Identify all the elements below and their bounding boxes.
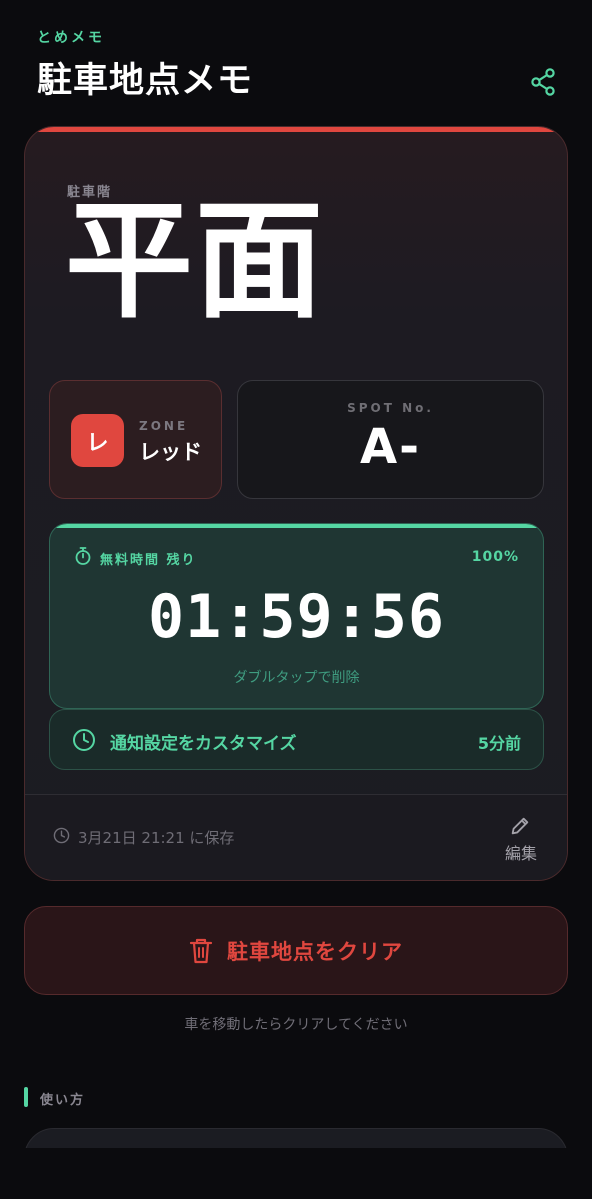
parking-card: 駐車階 平面 レ ZONE レッド SPOT No. A- 無料時間 残り 10… bbox=[24, 126, 568, 881]
spot-label: SPOT No. bbox=[347, 401, 434, 415]
timer-label: 無料時間 残り bbox=[100, 553, 197, 568]
page-title: 駐車地点メモ bbox=[37, 61, 254, 101]
notification-label: 通知設定をカスタマイズ bbox=[110, 734, 297, 754]
saved-timestamp: 3月21日 21:21 に保存 bbox=[78, 829, 235, 847]
spot-value: A- bbox=[359, 419, 422, 475]
section-accent-bar bbox=[24, 1087, 28, 1107]
app-subtitle: とめメモ bbox=[37, 30, 105, 46]
floor-value[interactable]: 平面 bbox=[65, 194, 325, 329]
clock-icon bbox=[73, 729, 95, 751]
free-time-timer[interactable]: 無料時間 残り 100% 01:59:56 ダブルタップで削除 bbox=[49, 523, 544, 709]
pencil-icon bbox=[511, 817, 529, 835]
share-button[interactable] bbox=[527, 66, 559, 98]
notification-value: 5分前 bbox=[477, 734, 521, 753]
clear-parking-label: 駐車地点をクリア bbox=[227, 939, 403, 964]
edit-button[interactable]: 編集 bbox=[501, 815, 541, 863]
zone-color-bar bbox=[25, 127, 567, 132]
howto-section-label: 使い方 bbox=[40, 1093, 86, 1108]
timer-percent: 100% bbox=[471, 549, 519, 565]
notification-settings-button[interactable]: 通知設定をカスタマイズ 5分前 bbox=[49, 709, 544, 770]
trash-icon bbox=[189, 938, 213, 963]
clear-hint: 車を移動したらクリアしてください bbox=[184, 1017, 408, 1033]
edit-label: 編集 bbox=[504, 844, 537, 863]
timer-hint: ダブルタップで削除 bbox=[233, 670, 360, 686]
timer-countdown: 01:59:56 bbox=[148, 582, 445, 652]
stopwatch-icon bbox=[75, 547, 91, 565]
zone-name: レッド bbox=[139, 440, 202, 464]
clock-icon bbox=[53, 827, 70, 844]
zone-color-chip: レ bbox=[71, 414, 124, 467]
zone-label: ZONE bbox=[139, 419, 189, 433]
bottom-mask bbox=[0, 1148, 592, 1199]
clear-parking-button[interactable]: 駐車地点をクリア bbox=[24, 906, 568, 995]
zone-selector[interactable]: レ ZONE レッド bbox=[49, 380, 222, 499]
card-footer: 3月21日 21:21 に保存 編集 bbox=[25, 795, 567, 880]
timer-progress-bar bbox=[50, 524, 543, 528]
spot-number-field[interactable]: SPOT No. A- bbox=[237, 380, 544, 499]
share-icon bbox=[531, 68, 555, 96]
